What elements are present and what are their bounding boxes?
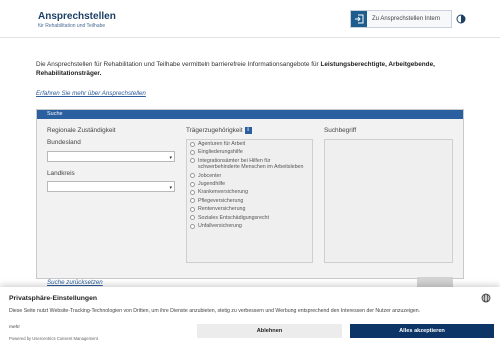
option-item[interactable]: Integrationsämter bei Hilfen für schwerb… bbox=[187, 157, 312, 172]
option-label: Eingliederungshilfe bbox=[198, 149, 243, 156]
contrast-icon[interactable] bbox=[456, 14, 466, 24]
search-term-input[interactable] bbox=[324, 139, 453, 263]
radio-icon bbox=[190, 206, 195, 212]
option-item[interactable]: Soziales Entschädigungsrecht bbox=[187, 214, 312, 222]
option-item[interactable]: Rentenversicherung bbox=[187, 205, 312, 213]
landkreis-select[interactable]: ▾ bbox=[47, 181, 175, 192]
radio-icon bbox=[190, 223, 195, 229]
intro-plain: Die Ansprechstellen für Rehabilitation u… bbox=[36, 61, 321, 68]
deny-button[interactable]: Ablehnen bbox=[197, 324, 342, 338]
option-label: Soziales Entschädigungsrecht bbox=[198, 214, 269, 221]
radio-icon bbox=[190, 173, 195, 179]
regional-label: Regionale Zuständigkeit bbox=[47, 127, 116, 134]
option-item[interactable]: Jobcenter bbox=[187, 172, 312, 180]
option-item[interactable]: Eingliederungshilfe bbox=[187, 148, 312, 156]
globe-icon[interactable] bbox=[481, 293, 491, 303]
radio-icon bbox=[190, 189, 195, 195]
bundesland-select[interactable]: ▾ bbox=[47, 151, 175, 162]
option-label: Rentenversicherung bbox=[198, 206, 246, 213]
radio-icon bbox=[190, 158, 195, 164]
option-label: Krankenversicherung bbox=[198, 189, 249, 196]
option-item[interactable]: Jugendhilfe bbox=[187, 180, 312, 188]
traeger-options: Agenturen für Arbeit Eingliederungshilfe… bbox=[186, 139, 313, 263]
site-title[interactable]: Ansprechstellen bbox=[38, 11, 116, 22]
radio-icon bbox=[190, 181, 195, 187]
search-panel: Suche Regionale Zuständigkeit Bundesland… bbox=[36, 109, 464, 287]
accept-all-button[interactable]: Alles akzeptieren bbox=[350, 324, 494, 338]
radio-icon bbox=[190, 215, 195, 221]
radio-icon bbox=[190, 198, 195, 204]
traeger-label: Trägerzugehörigkeit i bbox=[186, 127, 252, 134]
option-label: Integrationsämter bei Hilfen für schwerb… bbox=[198, 157, 304, 171]
info-icon[interactable]: i bbox=[244, 127, 252, 134]
reset-search-link[interactable]: Suche zurücksetzen bbox=[47, 279, 103, 286]
option-label: Pflegeversicherung bbox=[198, 197, 244, 204]
option-label: Agenturen für Arbeit bbox=[198, 141, 246, 147]
radio-icon bbox=[190, 141, 195, 147]
intern-login-button[interactable]: Zu Ansprechstellen Intern bbox=[350, 10, 452, 28]
chevron-down-icon: ▾ bbox=[169, 185, 172, 191]
option-item[interactable]: Unfallversicherung bbox=[187, 222, 312, 230]
about-link[interactable]: Erfahren Sie mehr über Ansprechstellen bbox=[36, 90, 146, 97]
site-header: Ansprechstellen für Rehabilitation und T… bbox=[0, 0, 500, 38]
option-label: Unfallversicherung bbox=[198, 223, 242, 230]
bundesland-label: Bundesland bbox=[47, 139, 81, 146]
login-icon bbox=[351, 11, 367, 27]
search-panel-title: Suche bbox=[37, 110, 463, 119]
option-label: Jugendhilfe bbox=[198, 181, 226, 188]
option-item[interactable]: Krankenversicherung bbox=[187, 188, 312, 196]
consent-text: Diese Seite nutzt Website-Tracking-Techn… bbox=[9, 308, 421, 314]
landkreis-label: Landkreis bbox=[47, 170, 75, 177]
consent-more-link[interactable]: mehr bbox=[9, 325, 20, 330]
consent-banner: Privatsphäre-Einstellungen Diese Seite n… bbox=[0, 287, 500, 348]
option-label: Jobcenter bbox=[198, 172, 222, 179]
intern-login-label: Zu Ansprechstellen Intern bbox=[372, 16, 441, 22]
site-subtitle: für Rehabilitation und Teilhabe bbox=[38, 23, 106, 29]
chevron-down-icon: ▾ bbox=[169, 155, 172, 161]
option-item[interactable]: Agenturen für Arbeit bbox=[187, 140, 312, 148]
radio-icon bbox=[190, 149, 195, 155]
traeger-label-text: Trägerzugehörigkeit bbox=[186, 127, 243, 135]
powered-by-text: Powered by Usercentrics Consent Manageme… bbox=[9, 336, 98, 341]
suchbegriff-label: Suchbegriff bbox=[324, 127, 357, 134]
search-button[interactable] bbox=[417, 277, 453, 287]
option-item[interactable]: Pflegeversicherung bbox=[187, 197, 312, 205]
intro-text: Die Ansprechstellen für Rehabilitation u… bbox=[36, 60, 464, 78]
consent-title: Privatsphäre-Einstellungen bbox=[9, 295, 98, 302]
